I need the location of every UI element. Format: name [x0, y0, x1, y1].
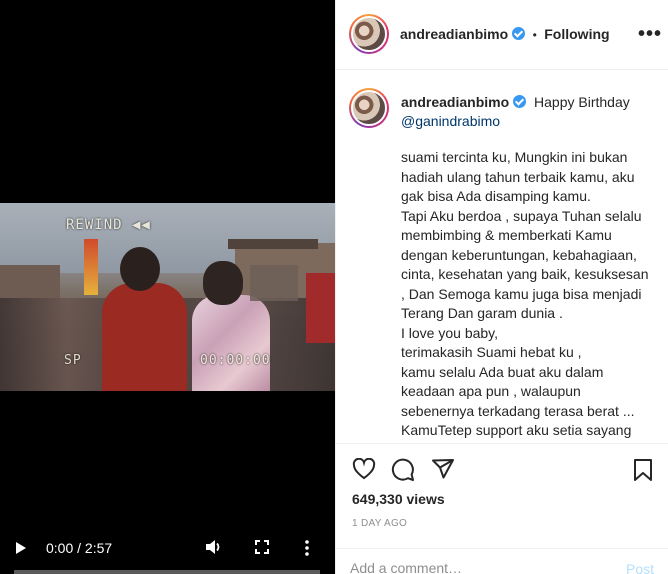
avatar-image — [351, 90, 387, 126]
post-age[interactable]: 1 DAY AGO — [352, 518, 407, 529]
comment-icon[interactable] — [391, 458, 415, 487]
comment-bar: Post — [336, 548, 668, 574]
following-button[interactable]: Following — [544, 26, 609, 42]
caption-lead: Happy Birthday — [534, 94, 630, 110]
scene-person-right — [192, 295, 270, 391]
post-button[interactable]: Post — [626, 561, 654, 574]
caption-line: hadiah ulang tahun terbaik kamu, aku — [401, 168, 635, 185]
heart-icon[interactable] — [352, 457, 376, 485]
verified-badge-icon — [512, 27, 526, 40]
avatar[interactable] — [349, 14, 389, 54]
scene-banner — [84, 239, 98, 295]
more-vertical-icon[interactable] — [304, 540, 310, 561]
bookmark-icon[interactable] — [633, 458, 653, 487]
video-player[interactable]: REWIND ◀◀ SP 00:00:00 0:00 / 2:57 — [0, 0, 335, 574]
header-user-line: andreadianbimo • Following — [400, 26, 610, 44]
header-username[interactable]: andreadianbimo — [400, 26, 508, 42]
osd-sp-label: SP — [64, 353, 82, 368]
osd-rewind-label: REWIND ◀◀ — [66, 217, 151, 233]
options-icon[interactable]: ••• — [638, 24, 662, 44]
caption-line: kamu selalu Ada buat aku dalam — [401, 363, 604, 380]
view-count[interactable]: 649,330 views — [352, 491, 445, 507]
caption-line: Tapi Aku berdoa , supaya Tuhan selalu — [401, 207, 642, 224]
share-icon[interactable] — [431, 458, 455, 485]
progress-track[interactable] — [14, 570, 320, 574]
header-separator: • — [532, 28, 537, 42]
play-icon[interactable] — [16, 542, 26, 554]
time-display: 0:00 / 2:57 — [46, 540, 113, 556]
fullscreen-icon[interactable] — [255, 540, 269, 559]
scene-person-far — [306, 273, 335, 343]
caption-line: gak bisa Ada disamping kamu. — [401, 188, 591, 204]
caption-body: suami tercinta ku, Mungkin ini bukan hadi… — [401, 148, 661, 443]
caption-line: sebenernya terkadang terasa berat ... — [401, 402, 635, 419]
caption-username[interactable]: andreadianbimo — [401, 94, 509, 110]
scene-head-right — [203, 261, 243, 305]
post-panel: andreadianbimo • Following ••• andreadia… — [335, 0, 668, 574]
caption-line: terimakasih Suami hebat ku , — [401, 344, 582, 360]
action-bar: 649,330 views 1 DAY AGO Post — [336, 443, 668, 574]
scene-head-left — [120, 247, 160, 291]
caption-line: , Dan Semoga kamu juga bisa menjadi — [401, 285, 642, 302]
scene-roof — [228, 239, 318, 249]
scene-person-left — [102, 283, 187, 391]
caption-avatar[interactable] — [349, 88, 389, 128]
caption-line: suami tercinta ku, Mungkin ini bukan — [401, 149, 628, 165]
caption-line: cinta, kesehatan yang baik, kesuksesan — [401, 266, 649, 282]
comment-input[interactable] — [350, 560, 600, 574]
osd-counter: 00:00:00 — [200, 353, 271, 368]
scene-glitch — [250, 265, 298, 301]
avatar-image — [351, 16, 387, 52]
verified-badge-icon — [513, 95, 527, 108]
video-controls: 0:00 / 2:57 — [0, 535, 335, 561]
post-header: andreadianbimo • Following ••• — [336, 0, 668, 70]
caption-line: keadaan apa pun , walaupun — [401, 383, 581, 399]
caption-line: KamuTetep support aku setia sayang — [401, 422, 632, 438]
volume-icon[interactable] — [205, 539, 223, 560]
caption-line: Terang Dan garam dunia . — [401, 305, 563, 321]
caption-line: I love you baby, — [401, 324, 499, 341]
video-frame[interactable]: REWIND ◀◀ SP 00:00:00 — [0, 203, 335, 391]
caption-line: membimbing & memberkati Kamu — [401, 227, 612, 243]
caption-head: andreadianbimo Happy Birthday @ganindrab… — [401, 93, 663, 131]
caption-mention[interactable]: @ganindrabimo — [401, 113, 500, 129]
caption-line: dengan keberuntungan, kebahagiaan, — [401, 246, 637, 263]
caption-area[interactable]: andreadianbimo Happy Birthday @ganindrab… — [336, 71, 668, 443]
